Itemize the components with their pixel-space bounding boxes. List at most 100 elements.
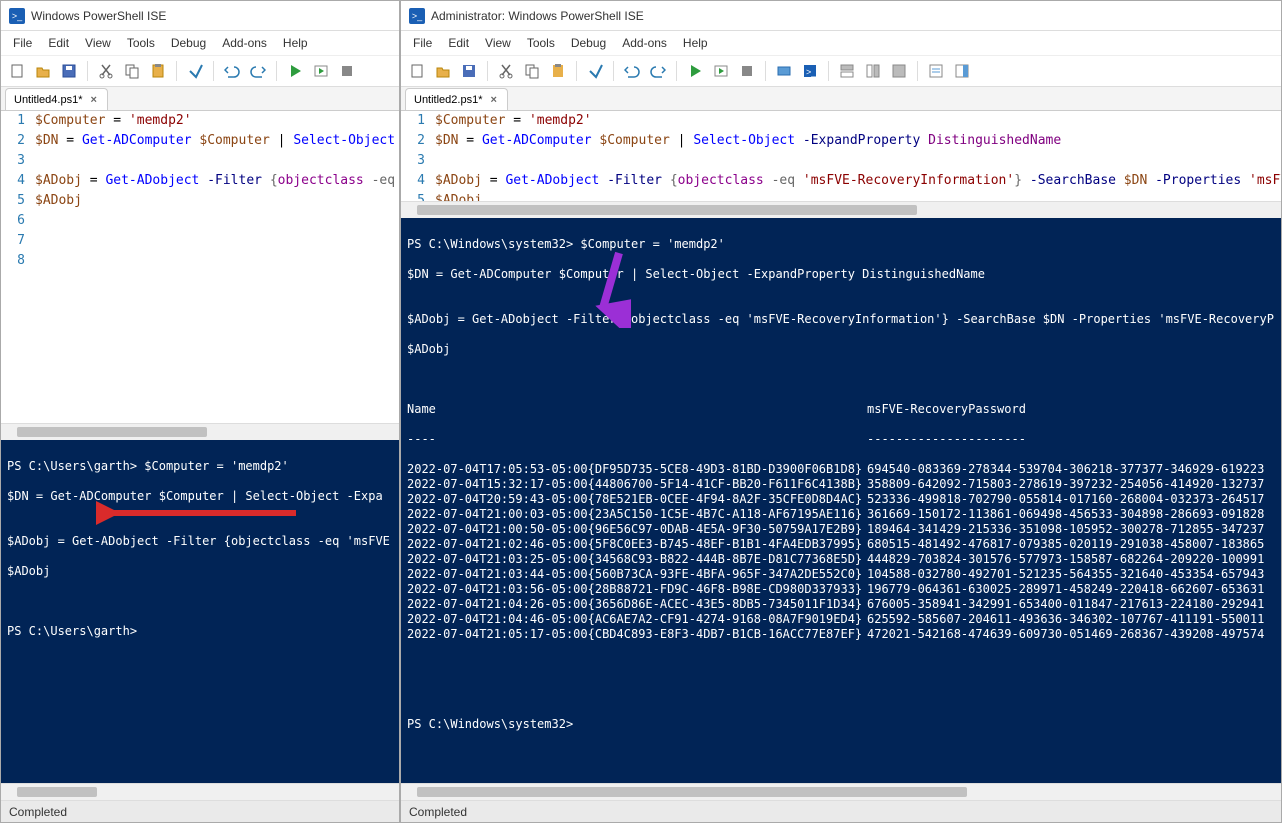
menu-view[interactable]: View [77, 34, 119, 52]
remote-icon[interactable] [772, 59, 796, 83]
toolbar: >_ [401, 55, 1281, 87]
output-row: 2022-07-04T21:03:56-05:00{28B88721-FD9C-… [407, 582, 1275, 597]
console-pane[interactable]: PS C:\Users\garth> $Computer = 'memdp2' … [1, 440, 399, 783]
copy-icon[interactable] [120, 59, 144, 83]
separator [613, 61, 614, 81]
run-selection-icon[interactable] [709, 59, 733, 83]
stop-icon[interactable] [735, 59, 759, 83]
script-editor[interactable]: 12345678 $Computer = 'memdp2' $DN = Get-… [1, 111, 399, 423]
console-line [407, 687, 1275, 702]
save-icon[interactable] [57, 59, 81, 83]
code-area[interactable]: $Computer = 'memdp2' $DN = Get-ADCompute… [31, 111, 399, 423]
copy-icon[interactable] [520, 59, 544, 83]
horizontal-scrollbar[interactable] [401, 783, 1281, 800]
show-script-right-icon[interactable] [861, 59, 885, 83]
console-line: PS C:\Windows\system32> $Computer = 'mem… [407, 237, 1275, 252]
line-number-gutter: 12345678 [1, 111, 31, 423]
console-line: $ADobj [407, 342, 1275, 357]
paste-icon[interactable] [146, 59, 170, 83]
show-command-addon-icon[interactable] [950, 59, 974, 83]
clear-icon[interactable] [583, 59, 607, 83]
undo-icon[interactable] [220, 59, 244, 83]
run-icon[interactable] [283, 59, 307, 83]
titlebar[interactable]: >_ Administrator: Windows PowerShell ISE [401, 1, 1281, 31]
show-script-top-icon[interactable] [835, 59, 859, 83]
menu-help[interactable]: Help [675, 34, 716, 52]
console-line [407, 657, 1275, 672]
redo-icon[interactable] [246, 59, 270, 83]
powershell-icon: >_ [9, 8, 25, 24]
separator [87, 61, 88, 81]
run-selection-icon[interactable] [309, 59, 333, 83]
console-line: PS C:\Users\garth> $Computer = 'memdp2' [7, 459, 393, 474]
console-pane[interactable]: PS C:\Windows\system32> $Computer = 'mem… [401, 218, 1281, 783]
run-icon[interactable] [683, 59, 707, 83]
show-script-max-icon[interactable] [887, 59, 911, 83]
horizontal-scrollbar[interactable] [401, 201, 1281, 218]
output-row: 2022-07-04T21:02:46-05:00{5F8C0EE3-B745-… [407, 537, 1275, 552]
output-row: 2022-07-04T21:00:50-05:00{96E56C97-0DAB-… [407, 522, 1275, 537]
open-icon[interactable] [431, 59, 455, 83]
file-tab[interactable]: Untitled2.ps1* × [405, 88, 508, 110]
stop-icon[interactable] [335, 59, 359, 83]
new-icon[interactable] [5, 59, 29, 83]
console-line: $ADobj = Get-ADobject -Filter {objectcla… [407, 312, 1275, 327]
console-line: $ADobj [7, 564, 393, 579]
file-tab[interactable]: Untitled4.ps1* × [5, 88, 108, 110]
status-bar: Completed [401, 800, 1281, 822]
save-icon[interactable] [457, 59, 481, 83]
status-bar: Completed [1, 800, 399, 822]
powershell-ise-window-left: >_ Windows PowerShell ISE File Edit View… [0, 0, 400, 823]
output-dashes: -------------------------- [407, 432, 1275, 447]
output-row: 2022-07-04T17:05:53-05:00{DF95D735-5CE8-… [407, 462, 1275, 477]
menu-file[interactable]: File [405, 34, 440, 52]
toolbar [1, 55, 399, 87]
output-header: NamemsFVE-RecoveryPassword [407, 402, 1275, 417]
menu-edit[interactable]: Edit [440, 34, 477, 52]
menu-tools[interactable]: Tools [119, 34, 163, 52]
output-row: 2022-07-04T21:03:25-05:00{34568C93-B822-… [407, 552, 1275, 567]
window-title: Windows PowerShell ISE [31, 9, 166, 23]
output-row: 2022-07-04T15:32:17-05:00{44806700-5F14-… [407, 477, 1275, 492]
menu-view[interactable]: View [477, 34, 519, 52]
separator [576, 61, 577, 81]
separator [917, 61, 918, 81]
status-text: Completed [409, 805, 467, 819]
show-command-icon[interactable] [924, 59, 948, 83]
menu-addons[interactable]: Add-ons [214, 34, 275, 52]
separator [676, 61, 677, 81]
menu-tools[interactable]: Tools [519, 34, 563, 52]
cut-icon[interactable] [94, 59, 118, 83]
tab-label: Untitled2.ps1* [414, 94, 483, 106]
menubar: File Edit View Tools Debug Add-ons Help [1, 31, 399, 55]
horizontal-scrollbar[interactable] [1, 783, 399, 800]
clear-icon[interactable] [183, 59, 207, 83]
cut-icon[interactable] [494, 59, 518, 83]
menu-edit[interactable]: Edit [40, 34, 77, 52]
paste-icon[interactable] [546, 59, 570, 83]
console-line: $ADobj = Get-ADobject -Filter {objectcla… [7, 534, 393, 549]
console-prompt: PS C:\Users\garth> [7, 624, 393, 639]
code-area[interactable]: $Computer = 'memdp2' $DN = Get-ADCompute… [431, 111, 1281, 201]
menu-debug[interactable]: Debug [163, 34, 214, 52]
new-icon[interactable] [405, 59, 429, 83]
close-icon[interactable]: × [489, 94, 499, 106]
window-title: Administrator: Windows PowerShell ISE [431, 9, 644, 23]
redo-icon[interactable] [646, 59, 670, 83]
open-icon[interactable] [31, 59, 55, 83]
titlebar[interactable]: >_ Windows PowerShell ISE [1, 1, 399, 31]
separator [487, 61, 488, 81]
powershell-tab-icon[interactable]: >_ [798, 59, 822, 83]
menu-file[interactable]: File [5, 34, 40, 52]
output-row: 2022-07-04T21:00:03-05:00{23A5C150-1C5E-… [407, 507, 1275, 522]
console-prompt: PS C:\Windows\system32> [407, 717, 1275, 732]
menu-addons[interactable]: Add-ons [614, 34, 675, 52]
close-icon[interactable]: × [89, 94, 99, 106]
horizontal-scrollbar[interactable] [1, 423, 399, 440]
output-row: 2022-07-04T20:59:43-05:00{78E521EB-0CEE-… [407, 492, 1275, 507]
undo-icon[interactable] [620, 59, 644, 83]
menu-help[interactable]: Help [275, 34, 316, 52]
menu-debug[interactable]: Debug [563, 34, 614, 52]
file-tabbar: Untitled2.ps1* × [401, 87, 1281, 111]
script-editor[interactable]: 1234567 $Computer = 'memdp2' $DN = Get-A… [401, 111, 1281, 201]
